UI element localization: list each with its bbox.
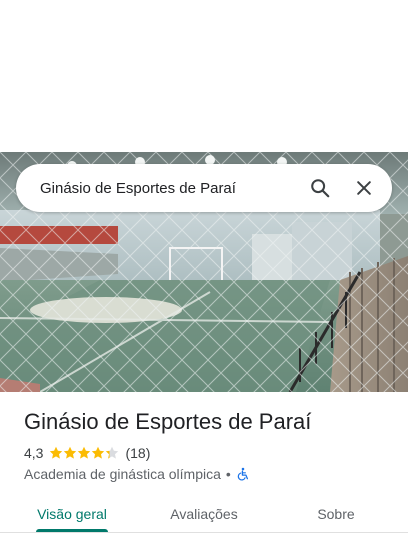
rating-row[interactable]: 4,3 (18) [24, 443, 150, 463]
search-icon [311, 179, 330, 198]
search-bar[interactable]: Ginásio de Esportes de Paraí [16, 164, 392, 212]
tab-reviews[interactable]: Avaliações [156, 496, 252, 532]
reviews-count[interactable]: (18) [125, 445, 150, 461]
category-row: Academia de ginástica olímpica • [24, 464, 250, 484]
star-rating [49, 446, 119, 460]
separator-dot: • [225, 466, 231, 482]
tab-overview[interactable]: Visão geral [24, 496, 120, 532]
place-category[interactable]: Academia de ginástica olímpica [24, 466, 221, 482]
wheelchair-icon[interactable] [236, 466, 250, 482]
blank-map-area [0, 0, 408, 152]
tab-about[interactable]: Sobre [288, 496, 384, 532]
stars-icon [50, 446, 119, 459]
clear-search-button[interactable] [342, 166, 386, 210]
tabs-divider [0, 532, 408, 533]
search-button[interactable] [298, 166, 342, 210]
rating-value: 4,3 [24, 445, 44, 461]
place-title: Ginásio de Esportes de Paraí [24, 409, 312, 434]
close-icon [357, 181, 371, 195]
search-query[interactable]: Ginásio de Esportes de Paraí [16, 180, 298, 197]
tab-bar: Visão geral Avaliações Sobre [0, 496, 408, 540]
